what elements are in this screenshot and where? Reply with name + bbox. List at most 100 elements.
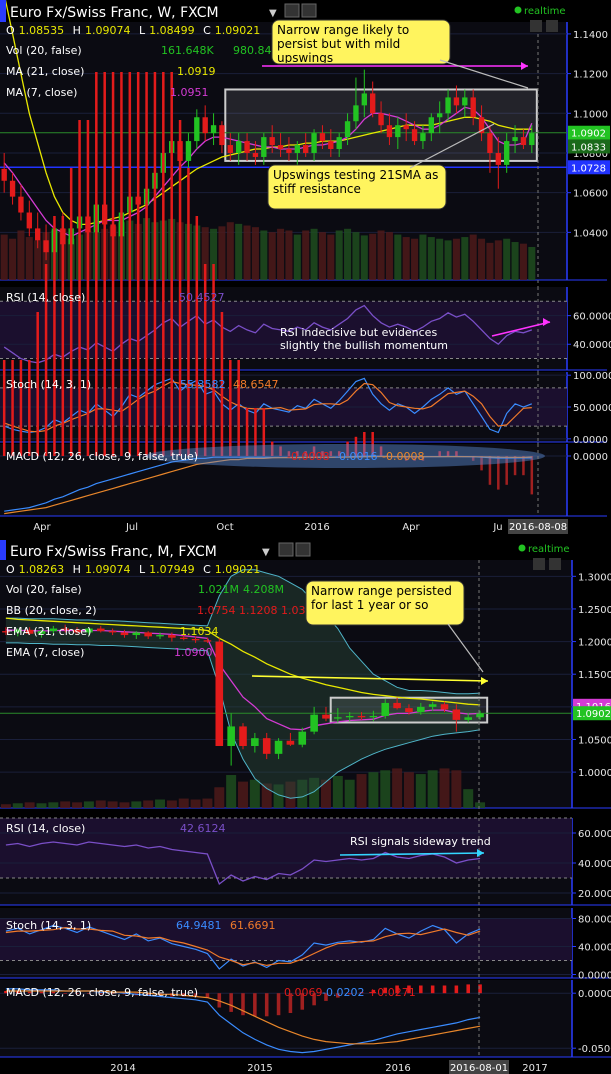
- monthly-stoch-label[interactable]: Stoch (14, 3, 1): [6, 919, 91, 932]
- monthly-volume-bar: [238, 781, 248, 808]
- weekly-candle-body: [529, 133, 535, 146]
- weekly-price-tick-label: 1.0400: [573, 228, 608, 239]
- monthly-stoch-d: 61.6691: [230, 919, 276, 932]
- weekly-stoch-tick-label: 50.0000: [573, 403, 611, 414]
- monthly-rsi-pane[interactable]: 60.0000 40.0000 20.0000: [0, 817, 611, 906]
- monthly-time-label: 2016: [385, 1063, 410, 1074]
- weekly-stoch-pane[interactable]: 100.0000 50.0000 0.0000: [0, 371, 611, 446]
- monthly-macd-hist-bar: [253, 993, 257, 1017]
- weekly-rsi-label[interactable]: RSI (14, close): [6, 291, 85, 304]
- weekly-time-label: Ju: [492, 522, 502, 533]
- monthly-vol-label[interactable]: Vol (20, false): [6, 583, 82, 596]
- weekly-volume-bar: [25, 237, 33, 280]
- monthly-macd-hist-bar: [264, 993, 269, 1017]
- monthly-bb-v1: 1.0754: [197, 604, 236, 617]
- weekly-ohlc: O 1.08535 H 1.09074 L 1.08499 C 1.09021: [6, 24, 260, 37]
- lock-icon[interactable]: [301, 3, 317, 18]
- weekly-macd-hist-bar: [19, 360, 23, 456]
- weekly-volume-bar: [335, 230, 343, 280]
- monthly-o-val: 1.08263: [19, 563, 65, 576]
- monthly-ohlc: O 1.08263 H 1.09074 L 1.07949 C 1.09021: [6, 563, 260, 576]
- monthly-volume-bar: [403, 772, 414, 808]
- monthly-l-val: 1.07949: [149, 563, 195, 576]
- weekly-date-tag: 2016-08-08: [509, 522, 567, 533]
- weekly-annotation-narrow-text: Narrow range likely to persist but with …: [277, 23, 410, 63]
- weekly-candle-body: [43, 240, 49, 253]
- weekly-l-val: 1.08499: [149, 24, 195, 37]
- weekly-h-key: H: [73, 24, 81, 37]
- arrow-down-icon[interactable]: [533, 558, 545, 570]
- monthly-ema21-label[interactable]: EMA (21, close): [6, 625, 91, 638]
- weekly-candle-body: [353, 105, 359, 122]
- settings-icon[interactable]: [278, 542, 294, 557]
- monthly-candle-body: [262, 738, 271, 754]
- weekly-candle-body: [386, 125, 393, 138]
- monthly-o-key: O: [6, 563, 15, 576]
- weekly-candle-body: [303, 145, 309, 153]
- monthly-candle-body: [108, 631, 117, 633]
- monthly-volume-bar: [119, 802, 130, 808]
- settings-icon[interactable]: [284, 3, 300, 18]
- weekly-vol-label[interactable]: Vol (20, false): [6, 44, 82, 57]
- monthly-realtime-label: realtime: [528, 544, 570, 555]
- monthly-candle-body: [452, 709, 461, 720]
- close-icon[interactable]: [549, 558, 561, 570]
- chevron-down-icon[interactable]: ▼: [262, 547, 270, 558]
- weekly-candle-body: [210, 125, 217, 134]
- weekly-candle-body: [319, 133, 326, 142]
- arrow-down-icon[interactable]: [530, 20, 542, 32]
- weekly-vol-value2: 980.84: [233, 44, 272, 57]
- monthly-title[interactable]: Euro Fx/Swiss Franc, M, FXCM: [10, 544, 217, 560]
- monthly-bb-label[interactable]: BB (20, close, 2): [6, 604, 97, 617]
- weekly-macd-label[interactable]: MACD (12, 26, close, 9, false, true): [6, 450, 198, 463]
- monthly-candle-body: [464, 717, 473, 720]
- weekly-volume-bar: [327, 234, 335, 280]
- weekly-volume-bar: [251, 227, 259, 280]
- weekly-macd-hist-bar: [229, 360, 232, 456]
- weekly-macd-macd: -0.0016: [335, 450, 377, 463]
- monthly-collapse-marker[interactable]: [0, 540, 6, 560]
- weekly-macd-hist-bar: [111, 72, 115, 456]
- monthly-stoch-tick-label: 40.0000: [578, 943, 611, 954]
- monthly-candle-body: [393, 702, 401, 709]
- monthly-ema7-label[interactable]: EMA (7, close): [6, 646, 84, 659]
- weekly-volume-bar: [293, 234, 301, 280]
- weekly-volume-bar: [268, 232, 276, 280]
- monthly-macd-label[interactable]: MACD (12, 26, close, 9, false, true): [6, 986, 198, 999]
- lock-icon[interactable]: [295, 542, 311, 557]
- monthly-time-label: 2015: [247, 1063, 272, 1074]
- weekly-stoch-label[interactable]: Stoch (14, 3, 1): [6, 378, 91, 391]
- weekly-volume-bar: [394, 234, 402, 280]
- weekly-volume-bar: [528, 246, 536, 280]
- weekly-volume-bar: [277, 228, 285, 280]
- weekly-price-tag-label: 1.0902: [571, 129, 606, 140]
- weekly-ma7-label[interactable]: MA (7, close): [6, 86, 77, 99]
- weekly-macd-hist-bar: [69, 168, 73, 456]
- weekly-collapse-marker[interactable]: [0, 0, 6, 22]
- weekly-candle-body: [462, 97, 468, 106]
- monthly-h-val: 1.09074: [85, 563, 131, 576]
- close-icon[interactable]: [546, 20, 558, 32]
- weekly-volume-bar: [344, 228, 352, 280]
- monthly-price-tick-label: 1.1500: [578, 670, 611, 681]
- weekly-macd-hist-bar: [195, 216, 199, 456]
- monthly-stoch-pane[interactable]: 80.0000 40.0000 0.0000: [0, 908, 611, 982]
- weekly-volume-bar: [461, 237, 469, 280]
- weekly-candle-body: [194, 117, 200, 142]
- weekly-macd-hist-bar: [78, 120, 81, 456]
- weekly-title[interactable]: Euro Fx/Swiss Franc, W, FXCM: [10, 5, 219, 21]
- monthly-volume-bar: [226, 775, 237, 808]
- weekly-ma7-value: 1.0951: [170, 86, 209, 99]
- weekly-annotation-upswings-fo: Upswings testing 21SMA as stiff resistan…: [273, 168, 438, 196]
- monthly-rsi-label[interactable]: RSI (14, close): [6, 822, 85, 835]
- monthly-macd-hist-bar: [276, 993, 281, 1016]
- monthly-volume-bar: [368, 772, 379, 808]
- weekly-volume-bar: [310, 228, 318, 280]
- monthly-time-label: 2017: [522, 1063, 547, 1074]
- weekly-candle-body: [344, 121, 351, 138]
- chevron-down-icon[interactable]: ▼: [269, 8, 277, 19]
- monthly-candle-body: [322, 714, 330, 719]
- monthly-candle-body: [168, 635, 176, 638]
- monthly-price-tick-label: 1.2000: [578, 638, 611, 649]
- weekly-ma21-label[interactable]: MA (21, close): [6, 65, 84, 78]
